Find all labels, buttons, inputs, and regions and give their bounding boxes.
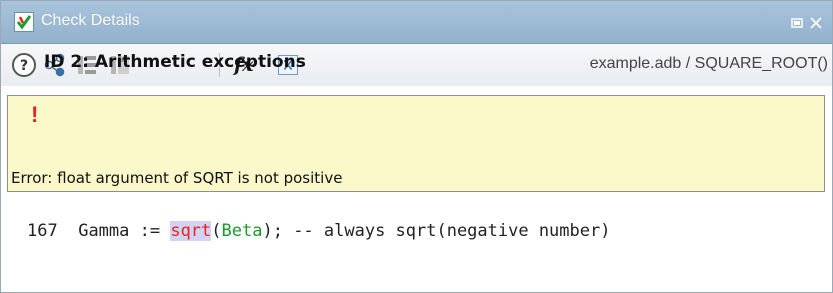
close-icon[interactable]: [809, 16, 823, 30]
svg-text:?: ?: [20, 58, 28, 74]
source-location: example.adb / SQUARE_ROOT(): [589, 55, 828, 72]
restore-icon[interactable]: [790, 16, 804, 30]
error-marker: !: [31, 102, 39, 127]
window-title: Check Details: [41, 12, 140, 29]
check-icon: [14, 12, 34, 32]
check-title: ID 2: Arithmetic exceptions: [44, 52, 306, 72]
code-line: 167 Gamma := sqrt(Beta); -- always sqrt(…: [27, 221, 610, 241]
help-icon[interactable]: ?: [11, 52, 37, 78]
code-before: Gamma :=: [78, 221, 171, 241]
code-after: ); -- always sqrt(negative number): [262, 221, 611, 241]
code-arg-open: (: [211, 221, 222, 241]
check-details-window: Check Details ? fx example.adb / SQUARE_…: [0, 0, 833, 293]
title-bar: Check Details: [1, 1, 832, 44]
code-function[interactable]: sqrt: [170, 221, 212, 241]
line-number: 167: [27, 221, 58, 241]
check-message: Error: float argument of SQRT is not pos…: [11, 169, 343, 187]
code-argument[interactable]: Beta: [222, 221, 263, 241]
